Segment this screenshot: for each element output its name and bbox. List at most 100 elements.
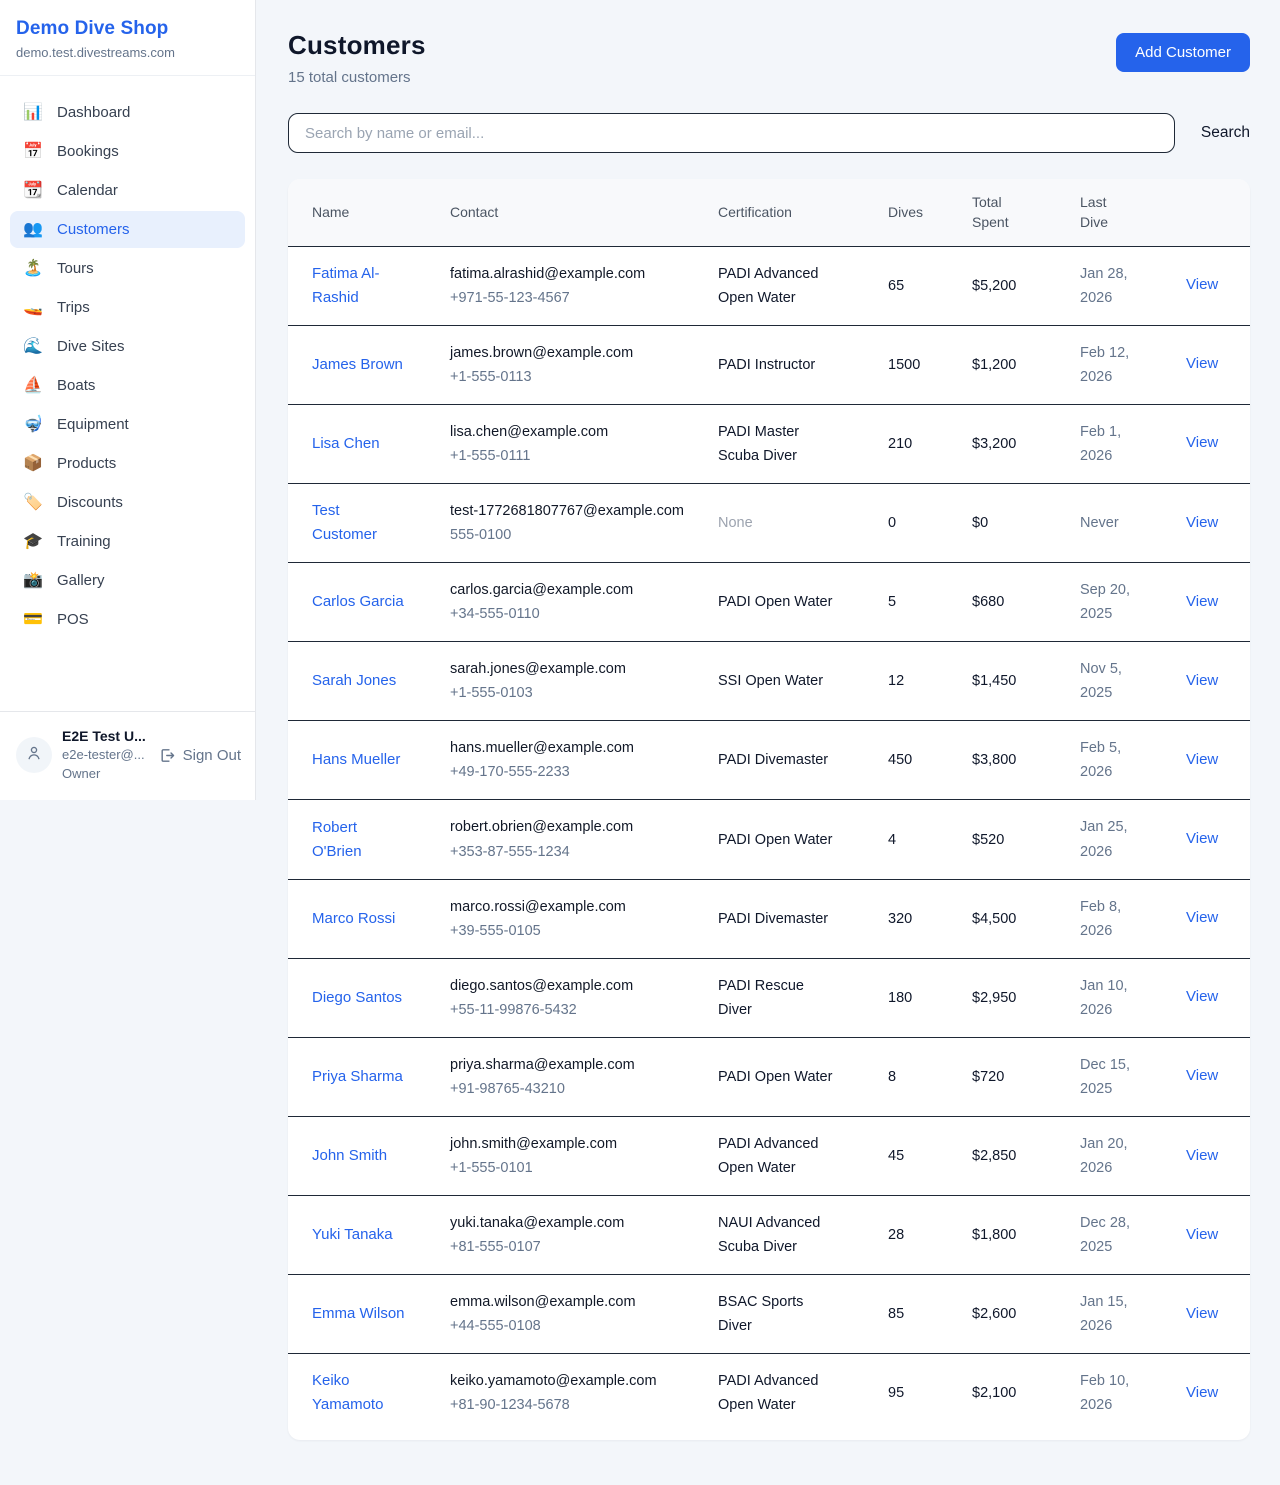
customer-name-link[interactable]: Sarah Jones <box>312 669 396 693</box>
sidebar-item-dive-sites[interactable]: 🌊 Dive Sites <box>10 328 245 365</box>
view-link[interactable]: View <box>1186 434 1218 451</box>
sidebar-item-gallery[interactable]: 📸 Gallery <box>10 562 245 599</box>
customer-name-link[interactable]: Carlos Garcia <box>312 590 404 614</box>
search-button[interactable]: Search <box>1201 124 1250 142</box>
customer-email: carlos.garcia@example.com <box>450 578 686 602</box>
view-link[interactable]: View <box>1186 988 1218 1005</box>
table-row: Hans Mueller hans.mueller@example.com +4… <box>288 721 1250 800</box>
dives-count: 210 <box>888 436 912 452</box>
view-link[interactable]: View <box>1186 1384 1218 1401</box>
cell-total-spent: $1,450 <box>956 654 1064 708</box>
sidebar-item-calendar[interactable]: 📆 Calendar <box>10 172 245 209</box>
shop-name: Demo Dive Shop <box>16 18 239 40</box>
view-link[interactable]: View <box>1186 672 1218 689</box>
table-row: Marco Rossi marco.rossi@example.com +39-… <box>288 880 1250 959</box>
customer-name-link[interactable]: Robert O'Brien <box>312 816 408 864</box>
cell-contact: lisa.chen@example.com +1-555-0111 <box>434 405 702 483</box>
view-link[interactable]: View <box>1186 830 1218 847</box>
sidebar-item-label: POS <box>57 611 89 628</box>
view-link[interactable]: View <box>1186 514 1218 531</box>
cell-dives: 5 <box>872 575 956 629</box>
table-row: Fatima Al-Rashid fatima.alrashid@example… <box>288 247 1250 326</box>
sidebar-item-equipment[interactable]: 🤿 Equipment <box>10 406 245 443</box>
view-link[interactable]: View <box>1186 751 1218 768</box>
cell-total-spent: $2,600 <box>956 1287 1064 1341</box>
customer-name-link[interactable]: Yuki Tanaka <box>312 1223 393 1247</box>
certification-text: PADI Instructor <box>718 353 815 377</box>
sidebar-item-discounts[interactable]: 🏷️ Discounts <box>10 484 245 521</box>
sidebar-item-pos[interactable]: 💳 POS <box>10 601 245 638</box>
customer-name-link[interactable]: Priya Sharma <box>312 1065 403 1089</box>
certification-text: PADI Open Water <box>718 828 832 852</box>
sidebar-item-training[interactable]: 🎓 Training <box>10 523 245 560</box>
sidebar-item-bookings[interactable]: 📅 Bookings <box>10 133 245 170</box>
sidebar-item-boats[interactable]: ⛵ Boats <box>10 367 245 404</box>
sidebar-item-products[interactable]: 📦 Products <box>10 445 245 482</box>
sidebar-item-trips[interactable]: 🚤 Trips <box>10 289 245 326</box>
last-dive-date: Feb 1, 2026 <box>1080 420 1142 468</box>
cell-dives: 180 <box>872 971 956 1025</box>
cell-last-dive: Nov 5, 2025 <box>1064 642 1170 720</box>
customer-name-link[interactable]: John Smith <box>312 1144 387 1168</box>
title-block: Customers 15 total customers <box>288 30 426 86</box>
customer-name-link[interactable]: James Brown <box>312 353 403 377</box>
customer-name-link[interactable]: Emma Wilson <box>312 1302 405 1326</box>
cell-total-spent: $1,200 <box>956 338 1064 392</box>
view-link[interactable]: View <box>1186 1067 1218 1084</box>
cell-actions: View <box>1170 337 1250 392</box>
sign-out-button[interactable]: Sign Out <box>159 747 241 764</box>
customer-name-link[interactable]: Marco Rossi <box>312 907 395 931</box>
last-dive-date: Never <box>1080 511 1119 535</box>
sidebar-item-label: Training <box>57 533 111 550</box>
customer-name-link[interactable]: Diego Santos <box>312 986 402 1010</box>
sidebar-item-dashboard[interactable]: 📊 Dashboard <box>10 94 245 131</box>
add-customer-button[interactable]: Add Customer <box>1116 33 1250 72</box>
cell-name: Hans Mueller <box>288 733 434 787</box>
column-header-total-spent: Total Spent <box>956 179 1064 246</box>
cell-dives: 210 <box>872 417 956 471</box>
view-link[interactable]: View <box>1186 909 1218 926</box>
certification-text: SSI Open Water <box>718 669 823 693</box>
view-link[interactable]: View <box>1186 355 1218 372</box>
nav-icon: 👥 <box>22 222 44 238</box>
cell-dives: 320 <box>872 892 956 946</box>
total-spent-value: $1,450 <box>972 673 1016 689</box>
cell-certification: BSAC Sports Diver <box>702 1275 872 1353</box>
dives-count: 180 <box>888 990 912 1006</box>
customer-name-link[interactable]: Test Customer <box>312 499 408 547</box>
customer-phone: +91-98765-43210 <box>450 1077 686 1101</box>
total-spent-value: $520 <box>972 832 1004 848</box>
view-link[interactable]: View <box>1186 593 1218 610</box>
customer-name-link[interactable]: Lisa Chen <box>312 432 380 456</box>
view-link[interactable]: View <box>1186 1305 1218 1322</box>
cell-total-spent: $2,850 <box>956 1129 1064 1183</box>
total-spent-value: $4,500 <box>972 911 1016 927</box>
cell-actions: View <box>1170 1287 1250 1342</box>
dives-count: 65 <box>888 278 904 294</box>
cell-total-spent: $520 <box>956 813 1064 867</box>
cell-contact: diego.santos@example.com +55-11-99876-54… <box>434 959 702 1037</box>
customer-name-link[interactable]: Hans Mueller <box>312 748 400 772</box>
cell-certification: PADI Divemaster <box>702 733 872 787</box>
view-link[interactable]: View <box>1186 1226 1218 1243</box>
customer-name-link[interactable]: Fatima Al-Rashid <box>312 262 408 310</box>
sidebar-item-customers[interactable]: 👥 Customers <box>10 211 245 248</box>
view-link[interactable]: View <box>1186 276 1218 293</box>
cell-total-spent: $5,200 <box>956 259 1064 313</box>
table-row: Diego Santos diego.santos@example.com +5… <box>288 959 1250 1038</box>
cell-total-spent: $2,100 <box>956 1366 1064 1420</box>
view-link[interactable]: View <box>1186 1147 1218 1164</box>
customer-name-link[interactable]: Keiko Yamamoto <box>312 1369 408 1417</box>
sidebar-item-tours[interactable]: 🏝️ Tours <box>10 250 245 287</box>
cell-contact: yuki.tanaka@example.com +81-555-0107 <box>434 1196 702 1274</box>
customer-phone: +353-87-555-1234 <box>450 840 686 864</box>
cell-total-spent: $3,800 <box>956 733 1064 787</box>
total-spent-value: $2,600 <box>972 1306 1016 1322</box>
certification-text: PADI Open Water <box>718 590 832 614</box>
cell-last-dive: Feb 5, 2026 <box>1064 721 1170 799</box>
search-input[interactable] <box>288 113 1175 153</box>
column-header-name: Name <box>288 189 434 235</box>
cell-certification: PADI Master Scuba Diver <box>702 405 872 483</box>
cell-last-dive: Feb 8, 2026 <box>1064 880 1170 958</box>
user-section: E2E Test U... e2e-tester@... Owner Sign … <box>0 711 255 800</box>
